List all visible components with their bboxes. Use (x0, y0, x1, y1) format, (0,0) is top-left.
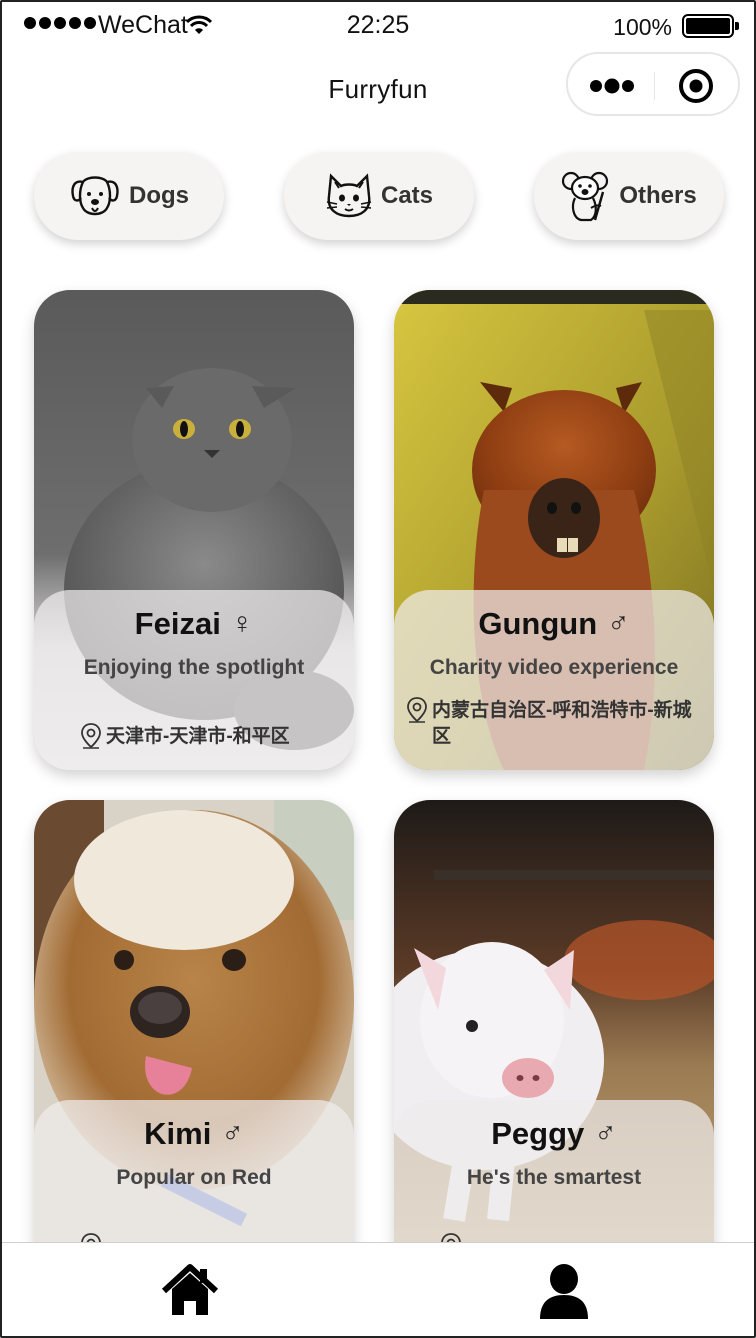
app-screen: WeChat 22:25 100% Furryfun Dogs Cats Oth… (0, 0, 756, 1338)
category-others-button[interactable]: Others (534, 152, 724, 240)
pet-location: 内蒙古自治区-呼和浩特市-新城区 (406, 697, 700, 750)
status-bar: WeChat 22:25 100% (2, 2, 754, 52)
pet-description: Popular on Red (116, 1166, 272, 1189)
gender-male-icon: ♂ (594, 1117, 617, 1150)
location-pin-icon (407, 697, 427, 723)
pet-info-panel: Gungun ♂ Charity video experience 内蒙古自治区… (394, 590, 714, 770)
category-label: Dogs (129, 182, 189, 209)
cat-icon (326, 173, 372, 218)
pet-card-feizai[interactable]: Feizai ♀ Enjoying the spotlight 天津市-天津市-… (34, 290, 354, 770)
dog-icon (71, 176, 119, 216)
pet-description: He's the smartest (466, 1166, 642, 1189)
capsule-divider (654, 72, 655, 100)
location-pin-icon (81, 723, 101, 749)
pet-description: Enjoying the spotlight (83, 656, 305, 679)
pet-card-peggy[interactable]: Peggy ♂ He's the smartest (394, 800, 714, 1280)
pet-description: Charity video experience (429, 656, 679, 679)
more-dots-icon[interactable] (588, 72, 636, 100)
gender-female-icon: ♀ (230, 607, 254, 640)
category-label: Cats (380, 182, 434, 209)
pet-name: Peggy (491, 1116, 585, 1151)
battery-icon (682, 14, 739, 38)
pet-card-kimi[interactable]: Kimi ♂ Popular on Red (34, 800, 354, 1280)
pet-name: Feizai (134, 606, 221, 641)
pet-name: Kimi (144, 1116, 212, 1151)
user-icon[interactable] (534, 1261, 594, 1321)
pet-name: Gungun (478, 606, 598, 641)
battery-percent: 100% (613, 14, 672, 40)
pet-location: 天津市-天津市-和平区 (80, 723, 340, 750)
gender-male-icon: ♂ (221, 1117, 244, 1150)
category-label: Others (619, 182, 697, 209)
mini-program-capsule (566, 52, 740, 116)
gender-male-icon: ♂ (607, 607, 630, 640)
location-text: 内蒙古自治区-呼和浩特市-新城区 (432, 700, 692, 747)
home-icon[interactable] (160, 1261, 220, 1321)
pet-card-gungun[interactable]: Gungun ♂ Charity video experience 内蒙古自治区… (394, 290, 714, 770)
pet-info-panel: Feizai ♀ Enjoying the spotlight 天津市-天津市-… (34, 590, 354, 770)
category-cats-button[interactable]: Cats (284, 152, 474, 240)
koala-icon (562, 171, 609, 222)
bottom-tab-bar (2, 1242, 754, 1336)
category-dogs-button[interactable]: Dogs (34, 152, 224, 240)
target-close-icon[interactable] (678, 68, 714, 104)
location-text: 天津市-天津市-和平区 (106, 726, 290, 747)
